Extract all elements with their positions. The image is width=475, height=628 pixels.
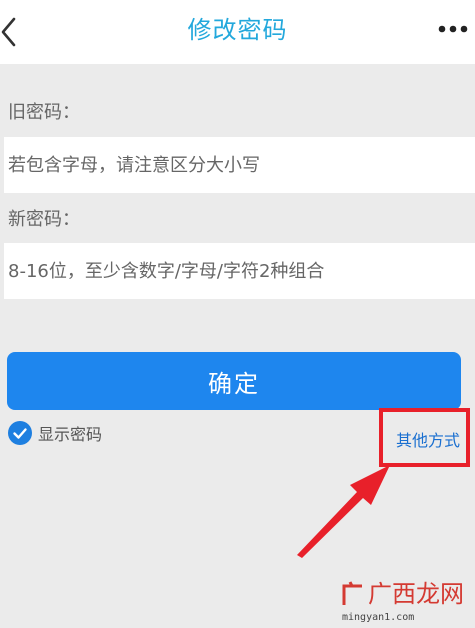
show-password-label: 显示密码 (38, 425, 103, 444)
page-title: 修改密码 (187, 16, 288, 44)
new-password-label: 新密码： (8, 209, 80, 230)
new-password-input[interactable] (4, 243, 475, 299)
more-horizontal-icon[interactable] (437, 20, 469, 38)
watermark-logo-icon (342, 581, 362, 605)
app-header: 修改密码 (0, 0, 475, 64)
watermark: 广西龙网 mingyan1.com (340, 578, 470, 626)
old-password-label: 旧密码： (8, 102, 80, 123)
old-password-input[interactable] (4, 137, 475, 193)
watermark-domain: mingyan1.com (342, 612, 415, 623)
confirm-button[interactable]: 确定 (7, 352, 461, 410)
watermark-brand: 广西龙网 (368, 580, 464, 608)
red-arrow-icon (297, 465, 390, 558)
checkmark-circle-icon[interactable] (8, 421, 32, 445)
show-password-checkbox[interactable]: 显示密码 (8, 420, 102, 446)
